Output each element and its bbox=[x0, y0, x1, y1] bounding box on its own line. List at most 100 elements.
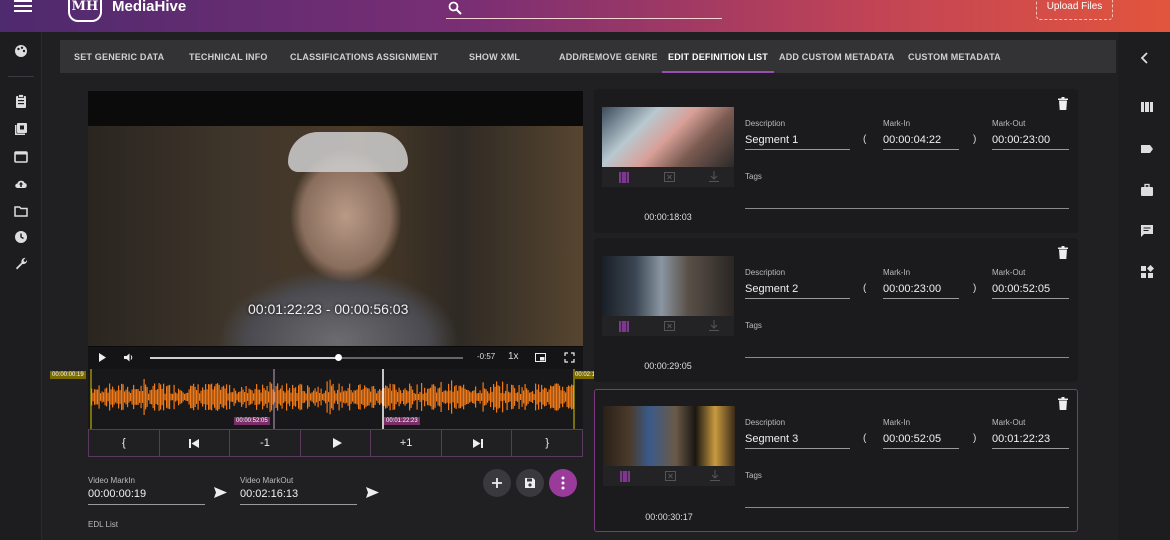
plus-icon bbox=[492, 478, 502, 488]
library-icon[interactable] bbox=[14, 122, 28, 136]
video-overlay-timecode: 00:01:22:23 - 00:00:56:03 bbox=[248, 301, 409, 317]
download-icon[interactable] bbox=[709, 320, 719, 331]
description-input[interactable]: Segment 1 bbox=[745, 134, 850, 150]
tab-show-xml[interactable]: SHOW XML bbox=[469, 40, 520, 73]
dashboard-icon[interactable] bbox=[1140, 265, 1154, 279]
time-remaining: -0:57 bbox=[477, 352, 496, 361]
more-options-button[interactable] bbox=[549, 469, 577, 497]
mark-in-input[interactable]: 00:00:04:22 bbox=[883, 134, 959, 150]
play-icon bbox=[332, 438, 342, 448]
mark-out-input[interactable]: 00:01:22:23 bbox=[992, 433, 1069, 449]
step-forward-button[interactable]: +1 bbox=[371, 430, 442, 456]
mark-out-input[interactable]: 00:00:23:00 bbox=[992, 134, 1069, 150]
clock-icon[interactable] bbox=[14, 230, 28, 244]
download-icon[interactable] bbox=[710, 470, 720, 481]
tab-edit-definition-list[interactable]: EDIT DEFINITION LIST bbox=[662, 40, 774, 73]
app-name: MediaHive bbox=[112, 0, 187, 15]
play-icon[interactable] bbox=[97, 352, 108, 363]
chevron-left-icon[interactable] bbox=[1138, 51, 1152, 65]
clipboard-icon[interactable] bbox=[14, 94, 28, 108]
film-strip-icon[interactable] bbox=[620, 471, 630, 482]
tab-custom-metadata[interactable]: CUSTOM METADATA bbox=[908, 40, 1001, 73]
open-paren: ( bbox=[863, 134, 867, 145]
metadata-tabs: SET GENERIC DATA TECHNICAL INFO CLASSIFI… bbox=[60, 40, 1116, 73]
progress-knob[interactable] bbox=[334, 354, 342, 361]
fullscreen-icon[interactable] bbox=[564, 352, 575, 363]
search-input[interactable] bbox=[468, 0, 718, 18]
more-vert-icon bbox=[561, 476, 565, 490]
progress-bar[interactable] bbox=[150, 354, 463, 361]
close-box-icon[interactable] bbox=[665, 471, 676, 481]
send-markin-icon[interactable] bbox=[214, 487, 227, 498]
delete-icon[interactable] bbox=[1058, 97, 1068, 110]
mark-in-input[interactable]: 00:00:52:05 bbox=[883, 433, 959, 449]
progress-fill bbox=[150, 357, 338, 359]
close-box-icon[interactable] bbox=[664, 172, 675, 182]
mark-out-button[interactable]: } bbox=[512, 430, 582, 456]
segment-thumbnail bbox=[603, 406, 735, 466]
menu-icon[interactable] bbox=[14, 0, 32, 14]
search-icon[interactable] bbox=[448, 1, 462, 15]
transport-controls: { -1 +1 } bbox=[88, 429, 583, 457]
label-icon[interactable] bbox=[1140, 142, 1154, 156]
tags-label: Tags bbox=[745, 321, 762, 330]
skip-next-icon bbox=[472, 439, 483, 448]
window-icon[interactable] bbox=[14, 150, 28, 164]
film-icon[interactable] bbox=[1140, 100, 1154, 114]
mark-out-label: Mark-Out bbox=[992, 119, 1026, 128]
mark-in-button[interactable]: { bbox=[89, 430, 160, 456]
cloud-upload-icon[interactable] bbox=[14, 177, 28, 191]
download-icon[interactable] bbox=[709, 171, 719, 182]
tab-set-generic-data[interactable]: SET GENERIC DATA bbox=[74, 40, 164, 73]
delete-icon[interactable] bbox=[1058, 397, 1068, 410]
mark-out-label: Mark-Out bbox=[992, 268, 1026, 277]
volume-icon[interactable] bbox=[123, 352, 134, 363]
description-label: Description bbox=[745, 119, 786, 128]
video-markin-field: Video MarkIn 00:00:00:19 bbox=[88, 476, 205, 505]
mark-in-input[interactable]: 00:00:23:00 bbox=[883, 283, 959, 299]
video-markout-label: Video MarkOut bbox=[240, 476, 294, 485]
segment-card[interactable]: 00:00:29:05 Description Segment 2 ( Mark… bbox=[594, 238, 1078, 382]
segment-duration: 00:00:18:03 bbox=[644, 212, 692, 222]
play-button[interactable] bbox=[301, 430, 372, 456]
sidebar-divider bbox=[8, 76, 34, 77]
audio-waveform[interactable] bbox=[88, 369, 583, 429]
picture-in-picture-icon[interactable] bbox=[535, 352, 546, 363]
tab-add-custom-metadata[interactable]: ADD CUSTOM METADATA bbox=[779, 40, 895, 73]
video-markout-input[interactable]: 00:02:16:13 bbox=[240, 488, 357, 505]
folder-icon[interactable] bbox=[14, 204, 28, 218]
tags-input[interactable] bbox=[745, 208, 1069, 209]
briefcase-icon[interactable] bbox=[1140, 183, 1154, 197]
description-input[interactable]: Segment 3 bbox=[745, 433, 850, 449]
next-button[interactable] bbox=[442, 430, 513, 456]
video-player[interactable]: 00:01:22:23 - 00:00:56:03 bbox=[88, 91, 583, 347]
segment-card[interactable]: 00:00:30:17 Description Segment 3 ( Mark… bbox=[594, 389, 1078, 532]
mark-out-input[interactable]: 00:00:52:05 bbox=[992, 283, 1069, 299]
add-segment-button[interactable] bbox=[483, 469, 511, 497]
send-markout-icon[interactable] bbox=[366, 487, 379, 498]
upload-files-button[interactable]: Upload Files bbox=[1036, 0, 1113, 20]
save-button[interactable] bbox=[516, 469, 544, 497]
film-strip-icon[interactable] bbox=[619, 321, 629, 332]
playback-speed-button[interactable]: 1x bbox=[508, 351, 519, 362]
close-paren: ) bbox=[973, 283, 977, 294]
video-markin-input[interactable]: 00:00:00:19 bbox=[88, 488, 205, 505]
chat-icon[interactable] bbox=[1140, 224, 1154, 238]
palette-icon[interactable] bbox=[14, 44, 28, 58]
film-strip-icon[interactable] bbox=[619, 172, 629, 183]
tab-classifications-assignment[interactable]: CLASSIFICATIONS ASSIGNMENT bbox=[290, 40, 438, 73]
tags-input[interactable] bbox=[745, 357, 1069, 358]
previous-button[interactable] bbox=[160, 430, 231, 456]
description-label: Description bbox=[745, 418, 786, 427]
step-back-button[interactable]: -1 bbox=[230, 430, 301, 456]
thumbnail-controls bbox=[603, 466, 735, 486]
segment-card[interactable]: 00:00:18:03 Description Segment 1 ( Mark… bbox=[594, 89, 1078, 233]
tags-input[interactable] bbox=[745, 507, 1069, 508]
description-input[interactable]: Segment 2 bbox=[745, 283, 850, 299]
tab-add-remove-genre[interactable]: ADD/REMOVE GENRE bbox=[559, 40, 658, 73]
tab-technical-info[interactable]: TECHNICAL INFO bbox=[189, 40, 268, 73]
close-box-icon[interactable] bbox=[664, 321, 675, 331]
wrench-icon[interactable] bbox=[14, 256, 28, 270]
app-logo-mark: MH bbox=[68, 0, 102, 22]
delete-icon[interactable] bbox=[1058, 246, 1068, 259]
